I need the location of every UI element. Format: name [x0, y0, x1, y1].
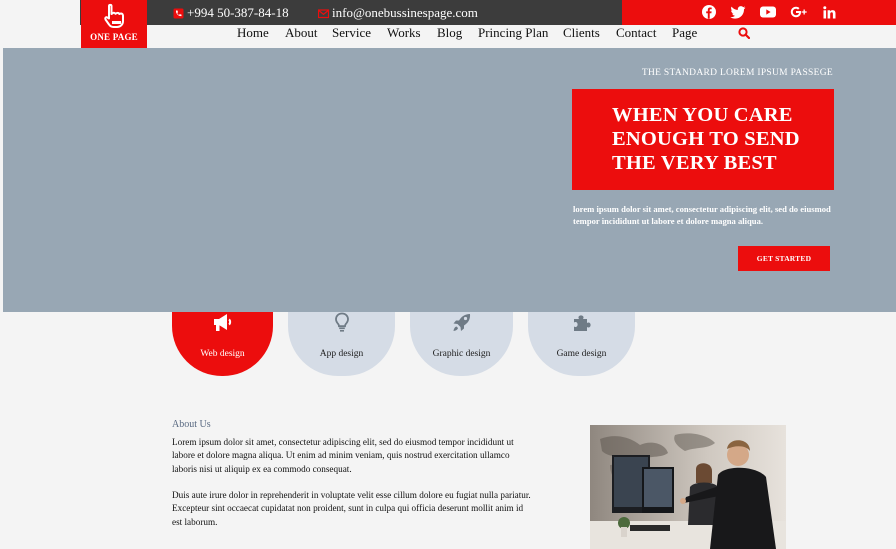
megaphone-icon	[213, 314, 231, 331]
page: ONE PAGE +994 50-387-84-18 info@onebussi…	[0, 0, 896, 549]
email-address: info@onebussinespage.com	[332, 5, 478, 20]
nav-item-home[interactable]: Home	[237, 25, 269, 41]
tab-label: Game design	[556, 349, 607, 359]
nav-item-clients[interactable]: Clients	[563, 25, 600, 41]
tab-app-design[interactable]: App design	[288, 312, 395, 376]
facebook-icon[interactable]	[701, 4, 717, 20]
hero-title-line-3: THE VERY BEST	[612, 152, 777, 174]
tab-label: Graphic design	[432, 349, 491, 359]
nav-item-works[interactable]: Works	[387, 25, 421, 41]
about-office-photo	[590, 425, 786, 549]
lightbulb-icon	[334, 312, 349, 332]
hero-description: lorem ipsum dolor sit amet, consectetur …	[573, 204, 831, 226]
tab-game-design[interactable]: Game design	[528, 312, 635, 376]
nav-item-blog[interactable]: Blog	[437, 25, 462, 41]
google-plus-icon[interactable]	[789, 4, 809, 20]
puzzle-icon	[573, 315, 591, 331]
tab-label: Web design	[200, 349, 245, 359]
main-navigation: Home About Service Works Blog Princing P…	[0, 25, 896, 48]
nav-item-contact[interactable]: Contact	[616, 25, 656, 41]
about-heading: About Us	[172, 419, 211, 430]
hero-title-line-2: ENOUGH TO SEND	[612, 128, 800, 150]
email-contact[interactable]: info@onebussinespage.com	[318, 5, 478, 21]
phone-number: +994 50-387-84-18	[187, 5, 289, 20]
twitter-icon[interactable]	[729, 4, 747, 20]
nav-item-page[interactable]: Page	[672, 25, 697, 41]
search-icon[interactable]	[738, 26, 751, 44]
phone-icon	[173, 8, 184, 18]
hero-title-line-1: WHEN YOU CARE	[612, 104, 793, 126]
rocket-icon	[453, 314, 470, 331]
youtube-icon[interactable]	[759, 4, 777, 20]
hero-kicker: THE STANDARD LOREM IPSUM PASSEGE	[641, 68, 833, 78]
linkedin-icon[interactable]	[821, 4, 837, 20]
envelope-icon	[318, 8, 329, 18]
nav-item-pricing-plan[interactable]: Princing Plan	[478, 25, 548, 41]
phone-contact[interactable]: +994 50-387-84-18	[173, 5, 289, 21]
nav-item-about[interactable]: About	[285, 25, 318, 41]
tab-label: App design	[319, 349, 364, 359]
get-started-button[interactable]: GET STARTED	[738, 246, 830, 271]
tab-graphic-design[interactable]: Graphic design	[410, 312, 513, 376]
hero-title-box: WHEN YOU CARE ENOUGH TO SEND THE VERY BE…	[572, 89, 834, 190]
hero-banner: THE STANDARD LOREM IPSUM PASSEGE WHEN YO…	[3, 48, 896, 312]
about-paragraph-1: Lorem ipsum dolor sit amet, consectetur …	[172, 437, 514, 474]
about-paragraph-2: Duis aute irure dolor in reprehenderit i…	[172, 490, 531, 527]
nav-item-service[interactable]: Service	[332, 25, 371, 41]
tab-web-design[interactable]: Web design	[172, 312, 273, 376]
